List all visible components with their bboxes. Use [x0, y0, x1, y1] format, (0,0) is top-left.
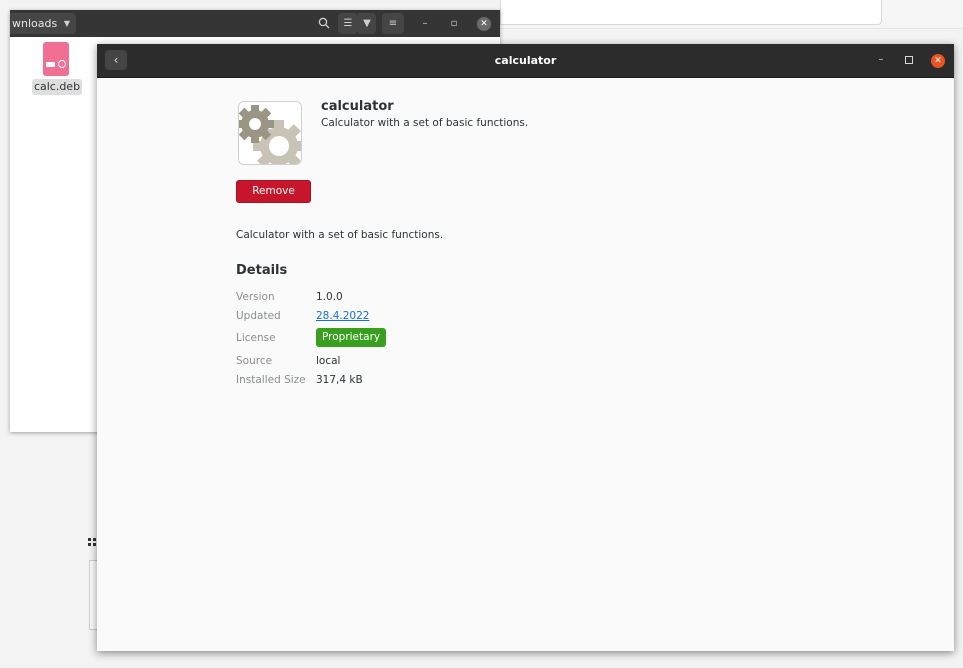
detail-value-updated-link[interactable]: 28.4.2022: [316, 310, 369, 322]
remove-button[interactable]: Remove: [236, 180, 311, 203]
background-browser-window: [500, 0, 963, 30]
background-divider: [500, 28, 963, 29]
window-title: calculator: [494, 54, 557, 67]
app-description: Calculator with a set of basic functions…: [236, 229, 444, 241]
list-view-icon[interactable]: ☰: [338, 13, 358, 34]
maximize-icon[interactable]: ▫: [447, 13, 461, 34]
file-item-calc-deb[interactable]: calc.deb: [32, 42, 82, 104]
gears-icon: [238, 101, 302, 165]
detail-label-source: Source: [236, 355, 273, 367]
path-bar-button[interactable]: wnloads ▼: [10, 13, 76, 34]
detail-label-license: License: [236, 332, 276, 344]
path-dropdown-icon[interactable]: ▼: [64, 13, 70, 34]
app-summary: Calculator with a set of basic functions…: [321, 117, 529, 129]
detail-label-installed-size: Installed Size: [236, 374, 306, 386]
maximize-icon[interactable]: [905, 56, 913, 64]
menu-icon[interactable]: ≡: [382, 13, 404, 34]
app-grid-icon: [88, 538, 96, 546]
path-bar-label: wnloads: [12, 17, 58, 30]
minimize-icon[interactable]: –: [876, 55, 886, 65]
license-badge[interactable]: Proprietary: [316, 328, 387, 347]
file-name-label: calc.deb: [32, 79, 82, 95]
detail-label-updated: Updated: [236, 310, 281, 322]
software-headerbar: ‹ calculator – ✕: [97, 44, 954, 78]
close-icon[interactable]: ✕: [931, 54, 945, 68]
app-name: calculator: [321, 99, 394, 114]
view-options-dropdown-icon[interactable]: ▼: [358, 13, 376, 34]
detail-value-source: local: [316, 355, 341, 367]
search-icon[interactable]: [313, 13, 335, 34]
detail-value-installed-size: 317,4 kB: [316, 374, 363, 386]
close-icon[interactable]: ✕: [477, 17, 491, 31]
details-heading: Details: [236, 263, 288, 278]
detail-label-version: Version: [236, 291, 275, 303]
files-headerbar: wnloads ▼ ☰ ▼ ≡ – ▫ ✕: [10, 10, 500, 37]
minimize-icon[interactable]: –: [418, 13, 432, 34]
package-icon: [43, 42, 69, 76]
background-address-bar[interactable]: [500, 0, 882, 25]
software-details-window: ‹ calculator – ✕ calculator Calculator w…: [97, 44, 954, 651]
detail-value-version: 1.0.0: [316, 291, 343, 303]
